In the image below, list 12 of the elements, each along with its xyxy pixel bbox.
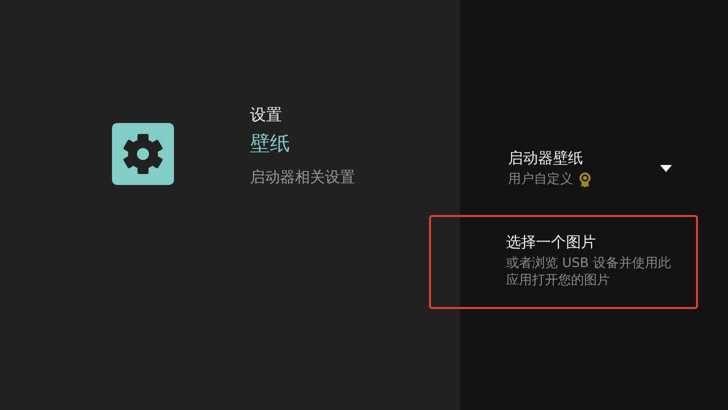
choose-picture-option[interactable]: 选择一个图片 或者浏览 USB 设备并使用此应用打开您的图片 xyxy=(429,215,698,309)
page-subtitle: 启动器相关设置 xyxy=(250,167,355,187)
award-icon xyxy=(579,172,591,188)
setting-title: 启动器壁纸 xyxy=(508,148,584,169)
setting-value: 用户自定义 xyxy=(508,171,573,189)
option-description: 或者浏览 USB 设备并使用此应用打开您的图片 xyxy=(506,255,672,289)
page-title: 壁纸 xyxy=(250,130,291,157)
wallpaper-setting[interactable]: 启动器壁纸 用户自定义 xyxy=(460,145,698,191)
gear-icon xyxy=(112,123,174,185)
breadcrumb: 设置 xyxy=(250,104,283,126)
caret-icon xyxy=(660,164,672,172)
option-title: 选择一个图片 xyxy=(506,232,597,253)
